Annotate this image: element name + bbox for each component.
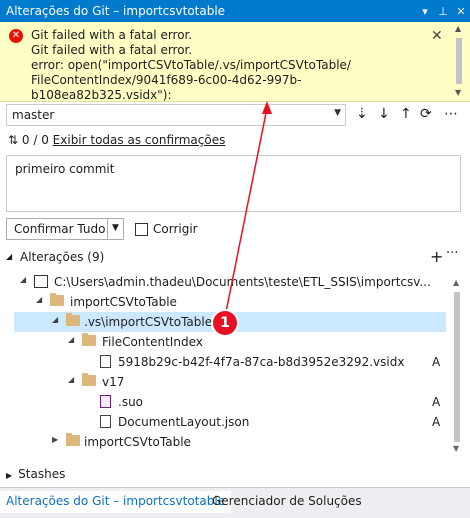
folder-icon — [66, 433, 80, 446]
collapse-icon[interactable]: ◢ — [20, 275, 26, 284]
scrollbar-thumb[interactable] — [454, 292, 460, 442]
scroll-up-icon[interactable]: ▲ — [453, 278, 459, 287]
commit-dropdown-icon[interactable]: ▼ — [112, 223, 119, 233]
pin-icon[interactable]: ⊥ — [434, 5, 452, 18]
commit-message-text: primeiro commit — [15, 162, 115, 176]
tab-bar: Alterações do Git – importcsvtotable Ger… — [0, 487, 470, 518]
changes-header[interactable]: ◢ Alterações (9) + ··· — [6, 246, 464, 268]
sync-icon[interactable]: ⟳ — [420, 106, 432, 122]
amend-checkbox[interactable]: Corrigir — [135, 222, 198, 236]
status-badge: A — [432, 395, 441, 409]
repository-icon — [34, 275, 48, 288]
window-titlebar: Alterações do Git – importcsvtotable ▾ ⊥… — [0, 0, 470, 22]
commit-message-input[interactable]: primeiro commit — [6, 155, 461, 212]
tree-item-label: v17 — [102, 375, 125, 389]
tree-item-folder[interactable]: ◢ v17 — [14, 372, 446, 392]
branch-name: master — [12, 108, 55, 122]
status-badge: A — [432, 355, 441, 369]
scroll-up-icon[interactable]: ▲ — [455, 24, 461, 33]
tab-git-changes[interactable]: Alterações do Git – importcsvtotable — [0, 491, 232, 513]
folder-icon — [82, 373, 96, 386]
button-divider — [107, 219, 108, 239]
more-options-icon[interactable]: ⋯ — [444, 106, 458, 122]
error-banner: ✕ Git failed with a fatal error. Git fai… — [0, 22, 470, 117]
annotation-badge: 1 — [211, 309, 239, 337]
tree-item-label: FileContentIndex — [102, 335, 203, 349]
changes-title: Alterações (9) — [20, 250, 105, 264]
push-icon[interactable]: ↑ — [400, 106, 412, 122]
window-menu-icon[interactable]: ▾ — [416, 5, 434, 18]
folder-icon — [82, 333, 96, 346]
scroll-down-icon[interactable]: ▼ — [453, 444, 459, 453]
tree-item-label: DocumentLayout.json — [118, 415, 250, 429]
fetch-icon[interactable]: ⇣ — [356, 106, 368, 122]
amend-label: Corrigir — [153, 222, 198, 236]
file-icon — [100, 355, 111, 368]
status-badge: A — [432, 415, 441, 429]
tree-scrollbar[interactable]: ▲ ▼ — [451, 278, 463, 454]
up-down-arrows-icon: ⇅ — [8, 133, 19, 147]
scroll-down-icon[interactable]: ▼ — [455, 88, 461, 97]
close-window-icon[interactable]: ✕ — [452, 5, 470, 18]
expand-icon[interactable]: ▶ — [6, 471, 12, 480]
close-error-icon[interactable]: ✕ — [431, 28, 443, 44]
tree-item-file[interactable]: .suo A — [14, 392, 446, 412]
tree-item-file[interactable]: 5918b29c-b42f-4f7a-87ca-b8d3952e3292.vsi… — [14, 352, 446, 372]
folder-icon — [50, 293, 64, 306]
collapse-icon[interactable]: ◢ — [52, 315, 58, 324]
window-title: Alterações do Git – importcsvtotable — [6, 4, 226, 18]
stashes-label: Stashes — [18, 467, 66, 481]
changes-tree: ◢ C:\Users\admin.thadeu\Documents\teste\… — [0, 270, 470, 460]
stashes-section[interactable]: ▶ Stashes — [6, 467, 65, 481]
commit-count: 0 / 0 — [21, 133, 49, 147]
tree-item-label: importCSVtoTable — [84, 435, 191, 449]
tree-item-label: C:\Users\admin.thadeu\Documents\teste\ET… — [54, 275, 431, 289]
view-all-commits-link[interactable]: Exibir todas as confirmações — [53, 133, 226, 147]
collapse-icon[interactable]: ◢ — [6, 252, 12, 261]
commit-info: ⇅ 0 / 0 Exibir todas as confirmações — [8, 133, 225, 147]
checkbox-box[interactable] — [135, 222, 148, 236]
branch-selector[interactable]: master ▼ — [6, 104, 346, 126]
tree-item-repo-root[interactable]: ◢ C:\Users\admin.thadeu\Documents\teste\… — [14, 272, 446, 292]
expand-icon[interactable]: ▶ — [52, 435, 58, 444]
error-scrollbar[interactable]: ▲ ▼ — [452, 24, 466, 100]
commit-all-label: Confirmar Tudo — [14, 222, 106, 236]
tree-item-file[interactable]: DocumentLayout.json A — [14, 412, 446, 432]
commit-all-button[interactable]: Confirmar Tudo ▼ — [6, 218, 124, 240]
tab-solution-explorer[interactable]: Gerenciador de Soluções — [206, 491, 368, 513]
chevron-down-icon[interactable]: ▼ — [334, 108, 341, 118]
collapse-icon[interactable]: ◢ — [36, 295, 42, 304]
tree-item-label: .suo — [118, 395, 144, 409]
tree-item-label: 5918b29c-b42f-4f7a-87ca-b8d3952e3292.vsi… — [118, 355, 405, 369]
collapse-icon[interactable]: ◢ — [68, 335, 74, 344]
json-file-icon — [100, 415, 111, 428]
tree-item-label: .vs\importCSVtoTable — [84, 315, 213, 329]
folder-icon — [66, 313, 80, 326]
collapse-icon[interactable]: ◢ — [68, 375, 74, 384]
error-icon: ✕ — [9, 29, 23, 43]
stage-all-icon[interactable]: + — [430, 247, 443, 266]
scrollbar-thumb[interactable] — [456, 38, 462, 84]
tree-item-label: importCSVtoTable — [70, 295, 177, 309]
more-icon[interactable]: ··· — [446, 246, 458, 261]
tree-item-folder[interactable]: ▶ importCSVtoTable — [14, 432, 446, 452]
suo-file-icon — [100, 395, 111, 408]
pull-icon[interactable]: ↓ — [378, 106, 390, 122]
